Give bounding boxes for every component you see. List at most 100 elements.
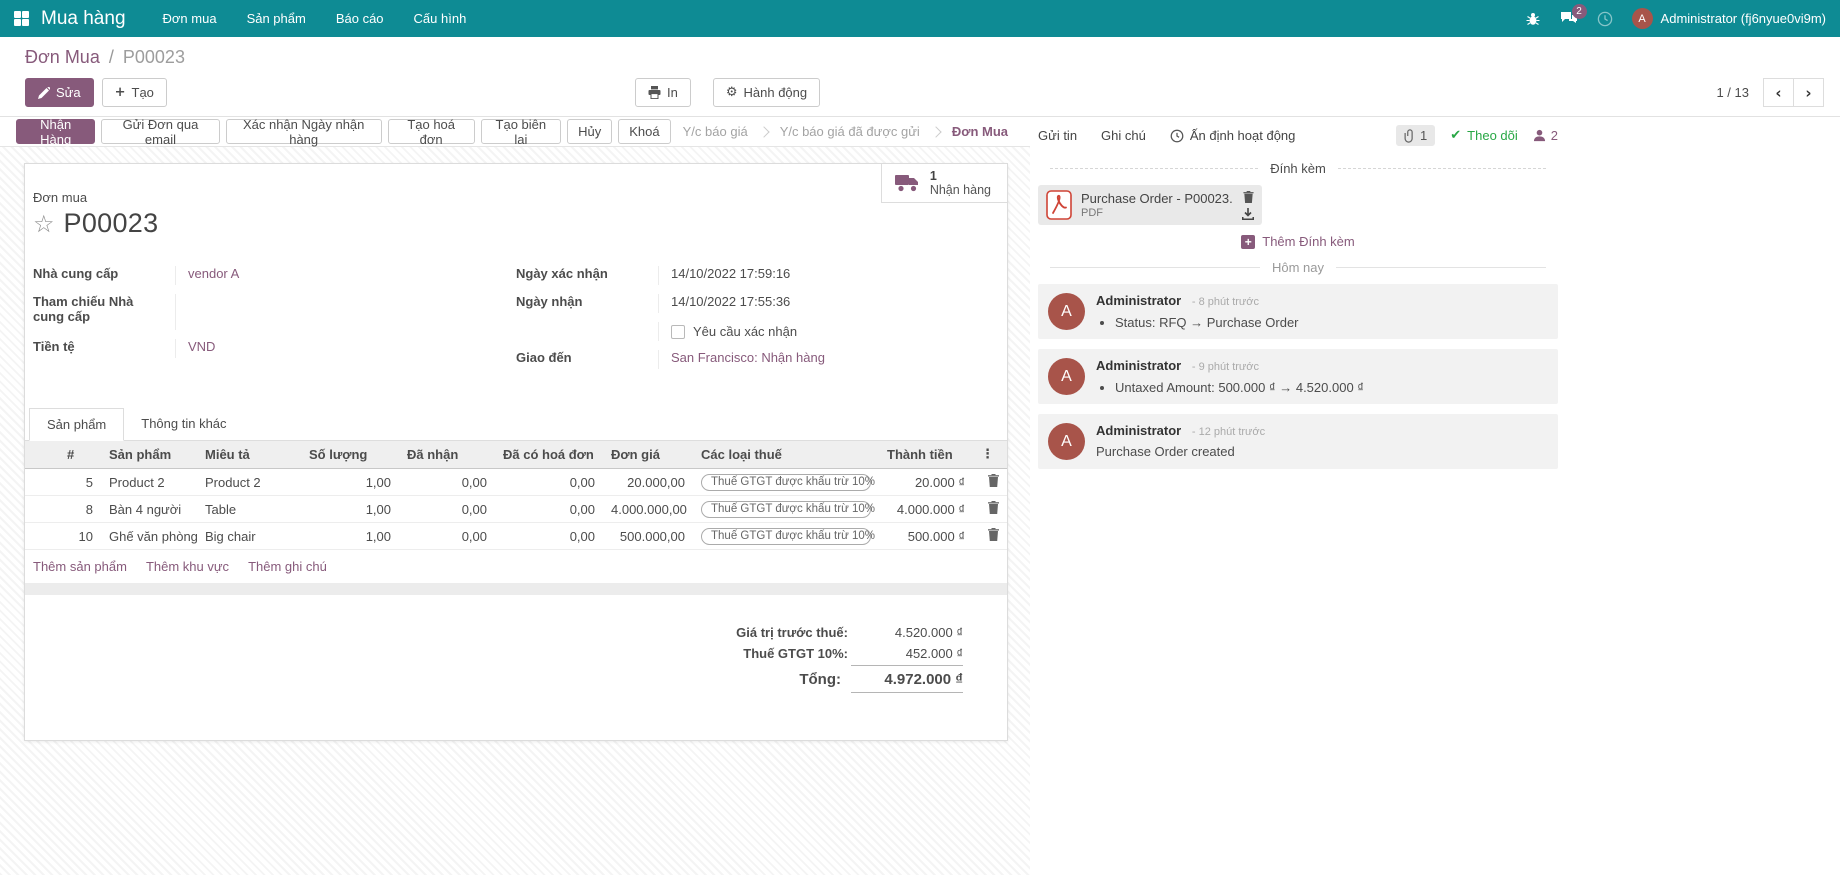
- currency-value[interactable]: VND: [188, 339, 215, 354]
- menu-san-pham[interactable]: Sản phẩm: [232, 0, 321, 37]
- message-author[interactable]: Administrator: [1096, 293, 1181, 308]
- vendor-label: Nhà cung cấp: [33, 266, 175, 285]
- pager-previous-button[interactable]: ‹: [1763, 78, 1794, 107]
- col-description[interactable]: Miêu tả: [197, 441, 301, 469]
- add-section-link[interactable]: Thêm khu vực: [146, 559, 229, 574]
- col-unit-price[interactable]: Đơn giá: [603, 441, 693, 469]
- print-button[interactable]: In: [635, 78, 691, 107]
- followers-button[interactable]: 2: [1533, 128, 1558, 143]
- pager-next-button[interactable]: ›: [1793, 78, 1824, 107]
- message-body: Purchase Order created: [1096, 444, 1548, 459]
- breadcrumb-parent[interactable]: Đơn Mua: [25, 47, 100, 67]
- gear-icon: ⚙: [726, 85, 738, 100]
- confirm-receipt-date-button[interactable]: Xác nhận Ngày nhận hàng: [226, 119, 382, 144]
- col-subtotal[interactable]: Thành tiền: [879, 441, 973, 469]
- create-receipt-button[interactable]: Tạo biên lai: [481, 119, 562, 144]
- col-billed[interactable]: Đã có hoá đơn: [495, 441, 603, 469]
- col-product[interactable]: Sản phẩm: [101, 441, 197, 469]
- add-note-link[interactable]: Thêm ghi chú: [248, 559, 327, 574]
- message-author[interactable]: Administrator: [1096, 423, 1181, 438]
- menu-don-mua[interactable]: Đơn mua: [148, 0, 232, 37]
- menu-cau-hinh[interactable]: Cấu hình: [399, 0, 482, 37]
- follow-button[interactable]: ✔ Theo dõi: [1450, 128, 1518, 143]
- chatter-message: A Administrator - 12 phút trước Purchase…: [1038, 414, 1558, 469]
- chatter-toolbar: Gửi tin Ghi chú Ấn định hoạt động 1 ✔ Th…: [1038, 121, 1558, 150]
- date-divider: Hôm nay: [1038, 260, 1558, 275]
- message-avatar: A: [1048, 423, 1085, 460]
- pdf-file-icon: [1046, 190, 1072, 220]
- ask-confirmation-checkbox[interactable]: [671, 325, 685, 339]
- cancel-button[interactable]: Hủy: [567, 119, 612, 144]
- col-taxes[interactable]: Các loại thuế: [693, 441, 879, 469]
- vendor-value[interactable]: vendor A: [188, 266, 239, 281]
- tab-other-info[interactable]: Thông tin khác: [124, 408, 243, 441]
- tax-amount: 452.000 ₫: [858, 643, 963, 664]
- debug-bug-icon[interactable]: [1525, 11, 1541, 27]
- add-attachment-button[interactable]: + Thêm Đính kèm: [1038, 234, 1558, 249]
- control-panel: Đơn Mua / P00023 Sửa + Tạo In ⚙ Hành độn…: [0, 37, 1840, 117]
- receipt-label: Nhận hàng: [930, 183, 991, 197]
- attachment-type: PDF: [1081, 207, 1233, 219]
- form-sheet: 1 Nhận hàng Đơn mua ☆ P00023 Nhà cung cấ…: [24, 163, 1008, 741]
- table-header-row: # Sản phẩm Miêu tả Số lượng Đã nhận Đã c…: [25, 441, 1007, 469]
- totals-block: Giá trị trước thuế: 4.520.000 ₫ Thuế GTG…: [25, 622, 963, 693]
- optional-columns-icon[interactable]: ⋮: [973, 441, 1007, 469]
- receive-products-button[interactable]: Nhận Hàng: [16, 119, 95, 144]
- vendor-ref-value[interactable]: [175, 294, 496, 330]
- action-button[interactable]: ⚙ Hành động: [713, 78, 820, 107]
- download-attachment-icon[interactable]: [1242, 208, 1254, 220]
- app-name[interactable]: Mua hàng: [41, 8, 126, 30]
- status-pipeline: Y/c báo giá Y/c báo giá đã được gửi Đơn …: [671, 124, 1020, 139]
- message-time: - 9 phút trước: [1192, 361, 1259, 373]
- activities-clock-icon[interactable]: [1597, 11, 1613, 27]
- message-avatar: A: [1048, 293, 1085, 330]
- tax-badge: Thuế GTGT được khấu trừ 10%: [701, 528, 871, 545]
- delete-line-icon[interactable]: [988, 501, 999, 514]
- user-menu[interactable]: A Administrator (fj6nyue0vi9m): [1632, 8, 1826, 29]
- breadcrumb: Đơn Mua / P00023: [16, 47, 1824, 68]
- total-amount: 4.972.000 ₫: [851, 665, 963, 693]
- step-rfq[interactable]: Y/c báo giá: [671, 124, 760, 139]
- truck-icon: [895, 174, 921, 192]
- col-number[interactable]: #: [59, 441, 101, 469]
- step-purchase-order[interactable]: Đơn Mua: [940, 124, 1020, 139]
- delete-attachment-icon[interactable]: [1243, 191, 1254, 203]
- edit-button[interactable]: Sửa: [25, 78, 94, 107]
- order-line-row[interactable]: 8 Bàn 4 người Table 1,00 0,00 0,00 4.000…: [25, 496, 1007, 523]
- send-message-button[interactable]: Gửi tin: [1038, 128, 1077, 143]
- order-line-row[interactable]: 5 Product 2 Product 2 1,00 0,00 0,00 20.…: [25, 469, 1007, 496]
- list-footer-strip: [25, 583, 1007, 595]
- receipt-smart-button[interactable]: 1 Nhận hàng: [881, 164, 1007, 203]
- untaxed-amount: 4.520.000 ₫: [858, 622, 963, 643]
- breadcrumb-current: P00023: [123, 47, 185, 67]
- vendor-ref-label: Tham chiếu Nhà cung cấp: [33, 294, 175, 330]
- attachments-toggle[interactable]: 1: [1396, 125, 1435, 146]
- delete-line-icon[interactable]: [988, 528, 999, 541]
- create-bill-button[interactable]: Tạo hoá đơn: [388, 119, 475, 144]
- chatter-panel: Gửi tin Ghi chú Ấn định hoạt động 1 ✔ Th…: [1030, 117, 1840, 875]
- message-author[interactable]: Administrator: [1096, 358, 1181, 373]
- send-by-email-button[interactable]: Gửi Đơn qua email: [101, 119, 219, 144]
- lock-button[interactable]: Khoá: [618, 119, 670, 144]
- menu-bao-cao[interactable]: Báo cáo: [321, 0, 399, 37]
- col-quantity[interactable]: Số lượng: [301, 441, 399, 469]
- deliver-to-value[interactable]: San Francisco: Nhận hàng: [671, 350, 825, 365]
- col-received[interactable]: Đã nhận: [399, 441, 495, 469]
- create-button[interactable]: + Tạo: [102, 78, 167, 107]
- step-rfq-sent[interactable]: Y/c báo giá đã được gửi: [768, 124, 932, 139]
- ask-confirmation-label: Yêu cầu xác nhận: [693, 324, 797, 339]
- apps-grid-icon[interactable]: [14, 11, 29, 26]
- favorite-star-icon[interactable]: ☆: [33, 212, 55, 236]
- form-background: 1 Nhận hàng Đơn mua ☆ P00023 Nhà cung cấ…: [0, 147, 1030, 875]
- log-note-button[interactable]: Ghi chú: [1101, 128, 1146, 143]
- plus-square-icon: +: [1241, 235, 1255, 249]
- tab-products[interactable]: Sản phẩm: [29, 408, 124, 441]
- schedule-activity-button[interactable]: Ấn định hoạt động: [1170, 128, 1296, 143]
- total-label: Tổng:: [799, 669, 841, 690]
- order-line-row[interactable]: 10 Ghế văn phòng Big chair 1,00 0,00 0,0…: [25, 523, 1007, 550]
- messages-icon[interactable]: 2: [1560, 11, 1578, 26]
- attachment-card[interactable]: Purchase Order - P00023.pdf PDF: [1038, 185, 1262, 225]
- delete-line-icon[interactable]: [988, 474, 999, 487]
- add-product-link[interactable]: Thêm sản phẩm: [33, 559, 127, 574]
- user-name: Administrator (fj6nyue0vi9m): [1661, 11, 1826, 26]
